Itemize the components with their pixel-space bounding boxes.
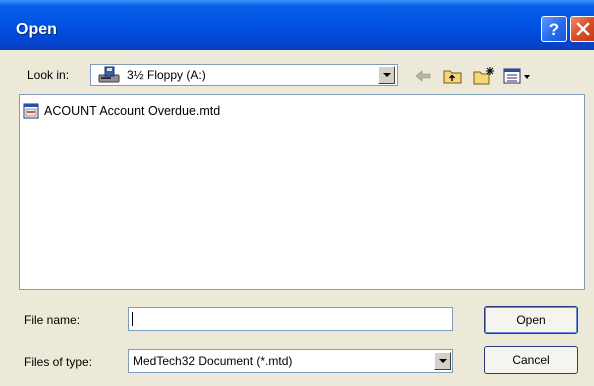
filetype-dropdown[interactable]: MedTech32 Document (*.mtd) bbox=[128, 349, 453, 373]
list-item[interactable]: ACOUNT Account Overdue.mtd bbox=[23, 103, 220, 119]
cancel-button-label: Cancel bbox=[512, 353, 550, 367]
help-button[interactable]: ? bbox=[541, 16, 567, 42]
lookin-label: Look in: bbox=[27, 68, 70, 82]
open-button[interactable]: Open bbox=[484, 306, 578, 334]
text-caret bbox=[132, 312, 133, 326]
up-folder-button[interactable] bbox=[442, 66, 464, 86]
back-arrow-icon bbox=[415, 70, 431, 82]
filetype-dropdown-button[interactable] bbox=[434, 352, 451, 370]
filetype-value: MedTech32 Document (*.mtd) bbox=[133, 354, 293, 368]
filename-input[interactable] bbox=[128, 307, 453, 331]
new-folder-icon bbox=[473, 67, 494, 85]
up-folder-icon bbox=[443, 70, 462, 84]
open-dialog: Open ? Look in: 3½ Floppy (A:) ACOUNT Ac… bbox=[0, 0, 594, 386]
back-button[interactable] bbox=[412, 66, 434, 86]
title-bar[interactable]: Open ? bbox=[0, 0, 594, 50]
window-title: Open bbox=[16, 21, 57, 38]
view-menu-icon bbox=[503, 68, 530, 84]
open-button-label: Open bbox=[516, 313, 546, 327]
close-button[interactable] bbox=[570, 16, 594, 42]
view-menu-button[interactable] bbox=[502, 66, 534, 86]
lookin-dropdown-button[interactable] bbox=[378, 66, 395, 84]
file-name: ACOUNT Account Overdue.mtd bbox=[44, 104, 221, 118]
filetype-label: Files of type: bbox=[24, 355, 93, 369]
file-list[interactable]: ACOUNT Account Overdue.mtd bbox=[19, 94, 585, 290]
lookin-value: 3½ Floppy (A:) bbox=[127, 68, 206, 82]
mtd-document-icon bbox=[23, 103, 39, 119]
help-icon: ? bbox=[548, 19, 560, 39]
new-folder-button[interactable] bbox=[472, 66, 496, 86]
cancel-button[interactable]: Cancel bbox=[484, 346, 578, 374]
filename-label: File name: bbox=[24, 313, 81, 327]
close-icon bbox=[575, 22, 590, 36]
chevron-down-icon bbox=[382, 73, 391, 77]
floppy-drive-icon bbox=[98, 66, 120, 83]
lookin-dropdown[interactable]: 3½ Floppy (A:) bbox=[90, 64, 398, 86]
chevron-down-icon bbox=[438, 359, 447, 363]
